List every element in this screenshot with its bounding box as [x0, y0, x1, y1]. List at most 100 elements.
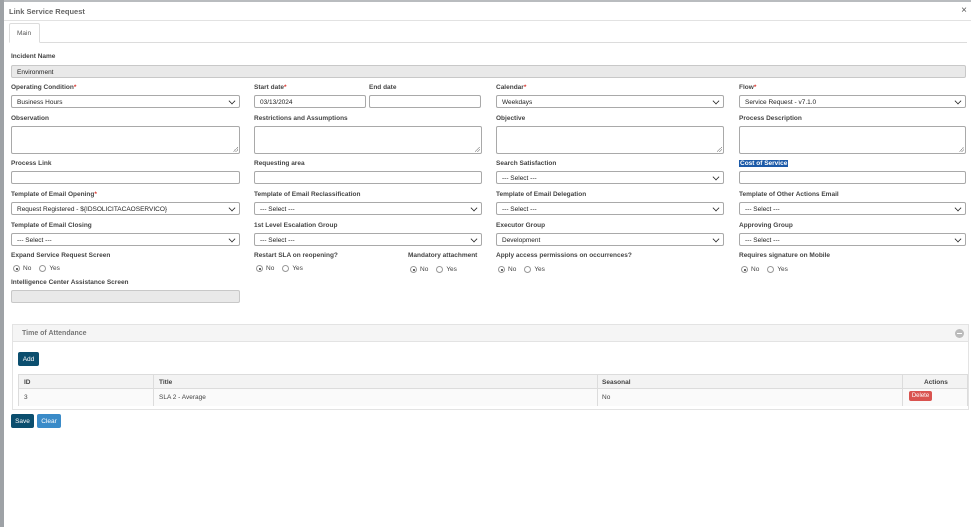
- mandatory-attachment-label: Mandatory attachment: [408, 252, 478, 259]
- column-divider: [153, 375, 154, 406]
- column-header-seasonal: Seasonal: [602, 379, 631, 386]
- apply-permissions-label: Apply access permissions on occurrences?: [496, 252, 632, 259]
- chevron-down-icon: [228, 204, 236, 212]
- process-link-field[interactable]: [11, 171, 240, 184]
- restrictions-label: Restrictions and Assumptions: [254, 115, 348, 122]
- observation-textarea[interactable]: [11, 126, 240, 154]
- calendar-select[interactable]: Weekdays: [496, 95, 724, 108]
- cost-of-service-label: Cost of Service: [739, 160, 789, 167]
- cost-of-service-field[interactable]: [739, 171, 966, 184]
- chevron-down-icon: [954, 204, 962, 212]
- cell-seasonal: No: [602, 394, 611, 401]
- requires-signature-radio-group: No Yes: [741, 266, 793, 273]
- chevron-down-icon: [712, 204, 720, 212]
- tpl-email-reclassification-select[interactable]: --- Select ---: [254, 202, 482, 215]
- tpl-email-closing-label: Template of Email Closing: [11, 222, 92, 229]
- add-button[interactable]: Add: [18, 352, 39, 366]
- link-service-request-dialog: Link Service Request × Main Incident Nam…: [4, 2, 971, 527]
- requesting-area-label: Requesting area: [254, 160, 305, 167]
- restrictions-textarea[interactable]: [254, 126, 482, 154]
- operating-condition-select[interactable]: Business Hours: [11, 95, 240, 108]
- restart-sla-yes-radio[interactable]: [282, 265, 290, 272]
- calendar-label: Calendar*: [496, 84, 527, 91]
- chevron-down-icon: [228, 235, 236, 243]
- chevron-down-icon: [228, 97, 236, 105]
- tpl-other-actions-select[interactable]: --- Select ---: [739, 202, 966, 215]
- delete-button[interactable]: Delete: [909, 391, 932, 401]
- table-header-row: ID Title Seasonal Actions: [19, 375, 967, 389]
- save-button[interactable]: Save: [11, 414, 34, 428]
- restart-sla-label: Restart SLA on reopening?: [254, 252, 338, 259]
- objective-label: Objective: [496, 115, 526, 122]
- chevron-down-icon: [470, 235, 478, 243]
- apply-permissions-no-radio[interactable]: [498, 266, 505, 273]
- tpl-email-reclassification-label: Template of Email Reclassification: [254, 191, 361, 198]
- expand-screen-radio-group: No Yes: [13, 265, 65, 272]
- incident-name-field[interactable]: Environment: [11, 65, 966, 78]
- tpl-email-opening-label: Template of Email Opening*: [11, 191, 97, 198]
- apply-permissions-yes-radio[interactable]: [524, 266, 532, 273]
- flow-select[interactable]: Service Request - v7.1.0: [739, 95, 966, 108]
- observation-label: Observation: [11, 115, 49, 122]
- objective-textarea[interactable]: [496, 126, 724, 154]
- tpl-email-delegation-label: Template of Email Delegation: [496, 191, 587, 198]
- process-link-label: Process Link: [11, 160, 52, 167]
- dialog-header: Link Service Request ×: [4, 2, 971, 21]
- close-icon[interactable]: ×: [961, 5, 967, 17]
- process-description-textarea[interactable]: [739, 126, 966, 154]
- column-header-title: Title: [159, 379, 173, 386]
- cell-title: SLA 2 - Average: [159, 394, 206, 401]
- mandatory-attachment-yes-radio[interactable]: [436, 266, 444, 273]
- start-date-field[interactable]: 03/13/2024: [254, 95, 366, 108]
- operating-condition-label: Operating Condition*: [11, 84, 77, 91]
- expand-screen-no-radio[interactable]: [13, 265, 20, 272]
- tpl-other-actions-label: Template of Other Actions Email: [739, 191, 839, 198]
- clear-button[interactable]: Clear: [37, 414, 61, 428]
- collapse-icon[interactable]: [955, 329, 964, 338]
- process-description-label: Process Description: [739, 115, 802, 122]
- panel-title: Time of Attendance: [22, 330, 87, 337]
- expand-screen-yes-radio[interactable]: [39, 265, 47, 272]
- requires-signature-no-radio[interactable]: [741, 266, 748, 273]
- start-date-label: Start date*: [254, 84, 287, 91]
- chevron-down-icon: [954, 235, 962, 243]
- column-divider: [902, 375, 903, 406]
- expand-screen-label: Expand Service Request Screen: [11, 252, 111, 259]
- approving-group-label: Approving Group: [739, 222, 793, 229]
- column-header-id: ID: [24, 379, 31, 386]
- dialog-title: Link Service Request: [9, 7, 85, 16]
- end-date-label: End date: [369, 84, 397, 91]
- tpl-email-opening-select[interactable]: Request Registered - ${IDSOLICITACAOSERV…: [11, 202, 240, 215]
- requires-signature-label: Requires signature on Mobile: [739, 252, 831, 259]
- intelligence-center-label: Intelligence Center Assistance Screen: [11, 279, 129, 286]
- flow-label: Flow*: [739, 84, 757, 91]
- requires-signature-yes-radio[interactable]: [767, 266, 775, 273]
- column-header-actions: Actions: [924, 379, 948, 386]
- apply-permissions-radio-group: No Yes: [498, 266, 550, 273]
- search-satisfaction-label: Search Satisfaction: [496, 160, 557, 167]
- first-level-escalation-label: 1st Level Escalation Group: [254, 222, 338, 229]
- attendance-table: ID Title Seasonal Actions 3 SLA 2 - Aver…: [18, 374, 968, 406]
- tpl-email-closing-select[interactable]: --- Select ---: [11, 233, 240, 246]
- panel-header: Time of Attendance: [13, 325, 968, 342]
- tpl-email-delegation-select[interactable]: --- Select ---: [496, 202, 724, 215]
- requesting-area-field[interactable]: [254, 171, 482, 184]
- tab-bar: Main: [9, 23, 967, 43]
- mandatory-attachment-no-radio[interactable]: [410, 266, 417, 273]
- restart-sla-radio-group: No Yes: [256, 265, 308, 272]
- tab-main[interactable]: Main: [9, 23, 41, 43]
- intelligence-center-field[interactable]: [11, 290, 240, 303]
- chevron-down-icon: [712, 173, 720, 181]
- executor-group-select[interactable]: Development: [496, 233, 724, 246]
- chevron-down-icon: [954, 97, 962, 105]
- executor-group-label: Executor Group: [496, 222, 546, 229]
- incident-name-label: Incident Name: [11, 53, 56, 60]
- chevron-down-icon: [470, 204, 478, 212]
- end-date-field[interactable]: [369, 95, 481, 108]
- table-row: 3 SLA 2 - Average No Delete: [19, 389, 967, 406]
- approving-group-select[interactable]: --- Select ---: [739, 233, 966, 246]
- first-level-escalation-select[interactable]: --- Select ---: [254, 233, 482, 246]
- search-satisfaction-select[interactable]: --- Select ---: [496, 171, 724, 184]
- restart-sla-no-radio[interactable]: [256, 265, 263, 272]
- chevron-down-icon: [712, 97, 720, 105]
